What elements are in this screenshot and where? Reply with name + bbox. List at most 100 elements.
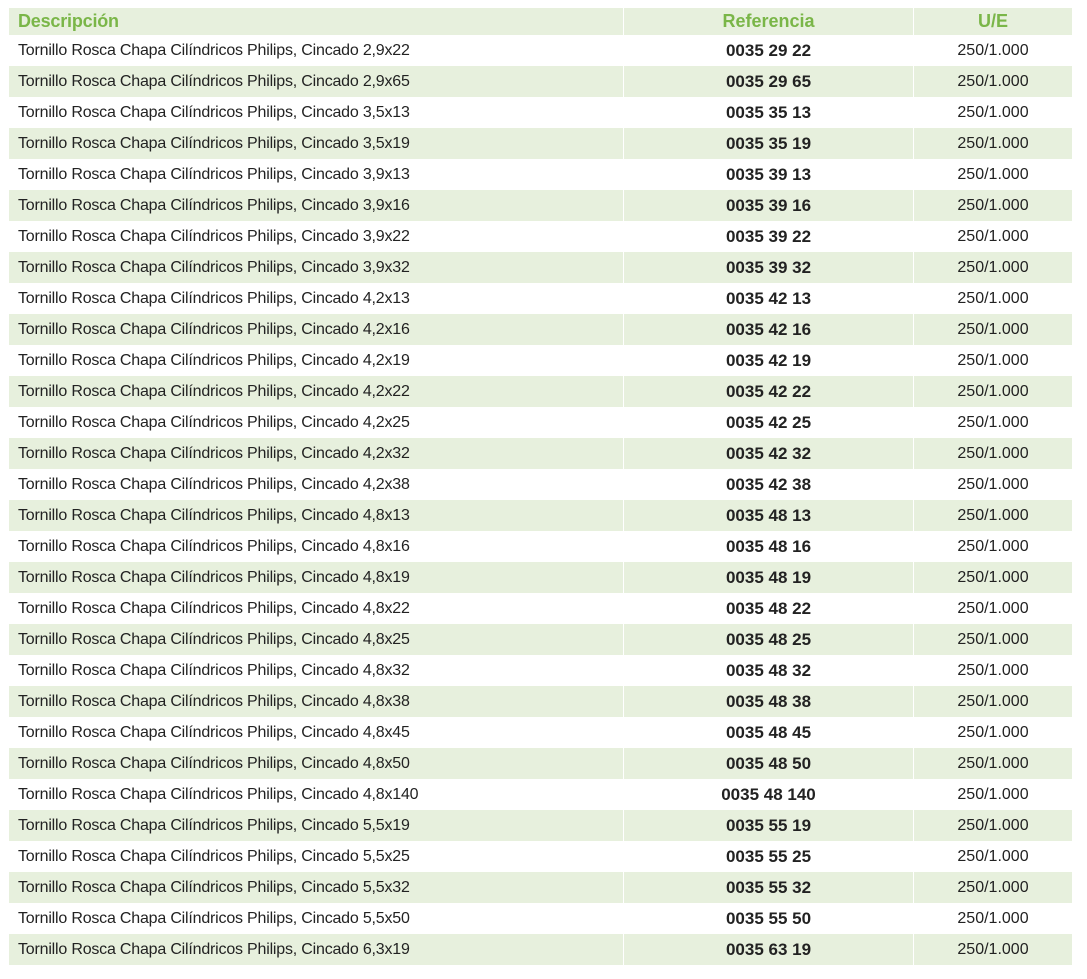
reference-cell: 0035 48 22 [623,593,913,624]
units-cell: 250/1.000 [913,748,1072,779]
description-cell: Tornillo Rosca Chapa Cilíndricos Philips… [18,444,410,462]
units-cell: 250/1.000 [913,252,1072,283]
reference-cell: 0035 48 45 [623,717,913,748]
table-row: Tornillo Rosca Chapa Cilíndricos Philips… [9,686,1072,717]
product-table: Descripción Referencia U/E Tornillo Rosc… [9,8,1072,965]
table-row: Tornillo Rosca Chapa Cilíndricos Philips… [9,624,1072,655]
reference-cell: 0035 39 16 [623,190,913,221]
table-row: Tornillo Rosca Chapa Cilíndricos Philips… [9,872,1072,903]
units-cell: 250/1.000 [913,686,1072,717]
reference-cell: 0035 48 16 [623,531,913,562]
units-cell: 250/1.000 [913,407,1072,438]
reference-cell: 0035 48 38 [623,686,913,717]
table-row: Tornillo Rosca Chapa Cilíndricos Philips… [9,562,1072,593]
table-row: Tornillo Rosca Chapa Cilíndricos Philips… [9,748,1072,779]
units-cell: 250/1.000 [913,717,1072,748]
units-cell: 250/1.000 [913,221,1072,252]
reference-cell: 0035 48 25 [623,624,913,655]
reference-cell: 0035 63 19 [623,934,913,965]
reference-cell: 0035 42 38 [623,469,913,500]
description-cell: Tornillo Rosca Chapa Cilíndricos Philips… [18,723,410,741]
table-row: Tornillo Rosca Chapa Cilíndricos Philips… [9,159,1072,190]
units-cell: 250/1.000 [913,624,1072,655]
units-cell: 250/1.000 [913,655,1072,686]
units-cell: 250/1.000 [913,872,1072,903]
description-cell: Tornillo Rosca Chapa Cilíndricos Philips… [18,630,410,648]
description-cell: Tornillo Rosca Chapa Cilíndricos Philips… [18,878,410,896]
description-cell: Tornillo Rosca Chapa Cilíndricos Philips… [18,692,410,710]
description-cell: Tornillo Rosca Chapa Cilíndricos Philips… [18,289,410,307]
table-row: Tornillo Rosca Chapa Cilíndricos Philips… [9,593,1072,624]
reference-cell: 0035 48 140 [623,779,913,810]
units-cell: 250/1.000 [913,500,1072,531]
table-row: Tornillo Rosca Chapa Cilíndricos Philips… [9,500,1072,531]
units-cell: 250/1.000 [913,283,1072,314]
table-row: Tornillo Rosca Chapa Cilíndricos Philips… [9,221,1072,252]
table-row: Tornillo Rosca Chapa Cilíndricos Philips… [9,779,1072,810]
table-row: Tornillo Rosca Chapa Cilíndricos Philips… [9,376,1072,407]
description-cell: Tornillo Rosca Chapa Cilíndricos Philips… [18,134,410,152]
description-cell: Tornillo Rosca Chapa Cilíndricos Philips… [18,816,410,834]
reference-cell: 0035 55 50 [623,903,913,934]
description-cell: Tornillo Rosca Chapa Cilíndricos Philips… [18,847,410,865]
reference-cell: 0035 29 22 [623,35,913,66]
description-cell: Tornillo Rosca Chapa Cilíndricos Philips… [18,475,410,493]
units-cell: 250/1.000 [913,810,1072,841]
reference-cell: 0035 35 13 [623,97,913,128]
reference-cell: 0035 42 22 [623,376,913,407]
table-row: Tornillo Rosca Chapa Cilíndricos Philips… [9,903,1072,934]
description-cell: Tornillo Rosca Chapa Cilíndricos Philips… [18,661,410,679]
reference-cell: 0035 42 25 [623,407,913,438]
table-row: Tornillo Rosca Chapa Cilíndricos Philips… [9,345,1072,376]
reference-cell: 0035 42 32 [623,438,913,469]
description-cell: Tornillo Rosca Chapa Cilíndricos Philips… [18,599,410,617]
description-cell: Tornillo Rosca Chapa Cilíndricos Philips… [18,196,410,214]
units-cell: 250/1.000 [913,934,1072,965]
reference-cell: 0035 39 32 [623,252,913,283]
description-cell: Tornillo Rosca Chapa Cilíndricos Philips… [18,909,410,927]
reference-cell: 0035 35 19 [623,128,913,159]
units-cell: 250/1.000 [913,841,1072,872]
units-cell: 250/1.000 [913,779,1072,810]
description-cell: Tornillo Rosca Chapa Cilíndricos Philips… [18,165,410,183]
column-header-ue: U/E [913,8,1072,35]
table-row: Tornillo Rosca Chapa Cilíndricos Philips… [9,97,1072,128]
table-row: Tornillo Rosca Chapa Cilíndricos Philips… [9,531,1072,562]
reference-cell: 0035 55 19 [623,810,913,841]
description-cell: Tornillo Rosca Chapa Cilíndricos Philips… [18,103,410,121]
table-row: Tornillo Rosca Chapa Cilíndricos Philips… [9,314,1072,345]
units-cell: 250/1.000 [913,903,1072,934]
reference-cell: 0035 29 65 [623,66,913,97]
reference-cell: 0035 48 19 [623,562,913,593]
table-row: Tornillo Rosca Chapa Cilíndricos Philips… [9,283,1072,314]
table-row: Tornillo Rosca Chapa Cilíndricos Philips… [9,35,1072,66]
description-cell: Tornillo Rosca Chapa Cilíndricos Philips… [18,227,410,245]
reference-cell: 0035 39 22 [623,221,913,252]
units-cell: 250/1.000 [913,345,1072,376]
reference-cell: 0035 55 25 [623,841,913,872]
description-cell: Tornillo Rosca Chapa Cilíndricos Philips… [18,320,410,338]
reference-cell: 0035 42 13 [623,283,913,314]
reference-cell: 0035 42 19 [623,345,913,376]
units-cell: 250/1.000 [913,66,1072,97]
units-cell: 250/1.000 [913,562,1072,593]
units-cell: 250/1.000 [913,531,1072,562]
table-row: Tornillo Rosca Chapa Cilíndricos Philips… [9,810,1072,841]
description-cell: Tornillo Rosca Chapa Cilíndricos Philips… [18,72,410,90]
description-cell: Tornillo Rosca Chapa Cilíndricos Philips… [18,506,410,524]
reference-cell: 0035 48 32 [623,655,913,686]
units-cell: 250/1.000 [913,314,1072,345]
units-cell: 250/1.000 [913,35,1072,66]
units-cell: 250/1.000 [913,128,1072,159]
description-cell: Tornillo Rosca Chapa Cilíndricos Philips… [18,41,410,59]
table-row: Tornillo Rosca Chapa Cilíndricos Philips… [9,438,1072,469]
description-cell: Tornillo Rosca Chapa Cilíndricos Philips… [18,754,410,772]
table-row: Tornillo Rosca Chapa Cilíndricos Philips… [9,190,1072,221]
table-row: Tornillo Rosca Chapa Cilíndricos Philips… [9,655,1072,686]
reference-cell: 0035 48 13 [623,500,913,531]
description-cell: Tornillo Rosca Chapa Cilíndricos Philips… [18,568,410,586]
table-row: Tornillo Rosca Chapa Cilíndricos Philips… [9,717,1072,748]
description-cell: Tornillo Rosca Chapa Cilíndricos Philips… [18,413,410,431]
table-row: Tornillo Rosca Chapa Cilíndricos Philips… [9,469,1072,500]
units-cell: 250/1.000 [913,159,1072,190]
